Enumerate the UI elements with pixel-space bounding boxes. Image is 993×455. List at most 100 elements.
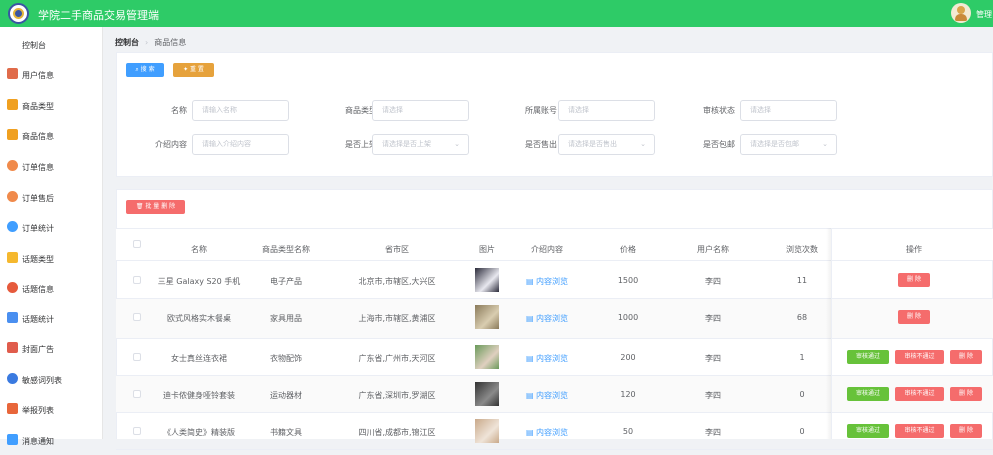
view-count: 68 xyxy=(796,313,808,322)
table-row: 迪卡侬健身哑铃套装 运动器材 广东省,深圳市,罗湖区 ▤ 内容浏览 120 李四 0 审核通过… xyxy=(116,376,993,413)
delete-button[interactable]: 删 除 xyxy=(950,424,982,438)
preview-link[interactable]: ▤ 内容浏览 xyxy=(526,353,568,364)
search-placeholder: 请选择是否包邮 xyxy=(750,140,799,148)
sidebar-item[interactable]: 用户信息 xyxy=(0,59,103,89)
delete-button[interactable]: 删 除 xyxy=(950,387,982,401)
sidebar-item[interactable]: 敏感词列表 xyxy=(0,364,103,394)
search-field-label: 名称 xyxy=(171,106,187,115)
delete-button[interactable]: 删 除 xyxy=(898,273,930,287)
search-field-label: 所属账号 xyxy=(525,106,557,115)
breadcrumb-separator: › xyxy=(145,38,149,47)
sidebar-item[interactable]: 举报列表 xyxy=(0,394,103,424)
sidebar-item[interactable]: 话题类型 xyxy=(0,243,103,273)
document-icon: ▤ xyxy=(525,428,537,437)
billboard-icon xyxy=(7,342,18,353)
delete-button[interactable]: 删 除 xyxy=(898,310,930,324)
select-all-checkbox[interactable] xyxy=(133,240,141,248)
product-thumbnail[interactable] xyxy=(475,419,499,443)
sidebar-item-label: 订单售后 xyxy=(22,194,54,203)
search-select[interactable]: 请选择是否包邮 ⌄ xyxy=(740,134,837,155)
row-checkbox[interactable] xyxy=(133,427,141,435)
search-button[interactable]: ⌕ 搜 索 xyxy=(126,63,164,77)
row-checkbox[interactable] xyxy=(133,313,141,321)
search-field-label: 介绍内容 xyxy=(155,140,187,149)
sidebar-item[interactable]: 商品类型 xyxy=(0,90,103,120)
reset-button[interactable]: ✦ 重 置 xyxy=(173,63,214,77)
search-placeholder: 请选择 xyxy=(750,106,771,114)
preview-link[interactable]: ▤ 内容浏览 xyxy=(526,313,568,324)
column-header: 图片 xyxy=(479,245,495,254)
product-price: 120 xyxy=(620,390,636,399)
search-button-label: 搜 索 xyxy=(140,66,155,73)
search-input[interactable]: 请选择 xyxy=(372,100,469,121)
row-checkbox[interactable] xyxy=(133,390,141,398)
list-icon xyxy=(7,312,18,323)
product-type: 家具用品 xyxy=(270,314,302,323)
batch-delete-button[interactable]: 🗑 批 量 删 除 xyxy=(126,200,185,214)
product-thumbnail[interactable] xyxy=(475,382,499,406)
avatar[interactable] xyxy=(951,3,971,23)
pie-chart-icon xyxy=(7,221,18,232)
reject-button[interactable]: 审核不通过 xyxy=(895,350,944,364)
product-region: 广东省,深圳市,罗湖区 xyxy=(358,391,436,400)
column-header: 操作 xyxy=(906,245,922,254)
search-input[interactable]: 请选择 xyxy=(740,100,837,121)
search-input[interactable]: 请选择 xyxy=(558,100,655,121)
search-select[interactable]: 请选择是否售出 ⌄ xyxy=(558,134,655,155)
sidebar-item-label: 商品类型 xyxy=(22,102,54,111)
sidebar-item[interactable]: 商品信息 xyxy=(0,120,103,150)
breadcrumb-home[interactable]: 控制台 xyxy=(115,38,139,47)
sidebar-item-label: 封面广告 xyxy=(22,345,54,354)
column-header: 价格 xyxy=(620,245,636,254)
approve-button[interactable]: 审核通过 xyxy=(847,350,889,364)
sidebar-item-label: 消息通知 xyxy=(22,437,54,446)
sidebar-item-label: 用户信息 xyxy=(22,71,54,80)
search-placeholder: 请选择是否上架 xyxy=(382,140,431,148)
reject-button[interactable]: 审核不通过 xyxy=(895,387,944,401)
product-type: 书籍文具 xyxy=(270,428,302,437)
app-title: 学院二手商品交易管理端 xyxy=(38,9,159,22)
product-price: 1000 xyxy=(617,313,639,322)
preview-link[interactable]: ▤ 内容浏览 xyxy=(526,390,568,401)
chevron-down-icon: ⌄ xyxy=(822,140,828,148)
approve-button[interactable]: 审核通过 xyxy=(847,387,889,401)
row-checkbox[interactable] xyxy=(133,276,141,284)
approve-button[interactable]: 审核通过 xyxy=(847,424,889,438)
sidebar-item[interactable]: 封面广告 xyxy=(0,333,103,363)
sidebar-item[interactable]: 控制台 xyxy=(0,29,103,59)
preview-label: 内容浏览 xyxy=(536,314,569,323)
search-select[interactable]: 请选择是否上架 ⌄ xyxy=(372,134,469,155)
product-type: 衣物配饰 xyxy=(270,354,302,363)
product-thumbnail[interactable] xyxy=(475,268,499,292)
preview-label: 内容浏览 xyxy=(536,354,569,363)
product-thumbnail[interactable] xyxy=(475,345,499,369)
sidebar-item[interactable]: 消息通知 xyxy=(0,425,103,455)
sidebar-item-label: 控制台 xyxy=(22,41,46,50)
search-input[interactable]: 请输入介绍内容 xyxy=(192,134,289,155)
search-field-label: 审核状态 xyxy=(703,106,735,115)
preview-link[interactable]: ▤ 内容浏览 xyxy=(526,276,568,287)
college-logo-icon xyxy=(8,3,29,24)
search-field-label: 是否上架 xyxy=(345,140,377,149)
product-thumbnail[interactable] xyxy=(475,305,499,329)
product-name: 迪卡侬健身哑铃套装 xyxy=(163,391,235,400)
sidebar-item[interactable]: 订单统计 xyxy=(0,212,103,242)
sidebar-item-label: 话题类型 xyxy=(22,255,54,264)
row-checkbox[interactable] xyxy=(133,353,141,361)
column-header: 名称 xyxy=(191,245,207,254)
sidebar-item[interactable]: 话题信息 xyxy=(0,273,103,303)
search-field-label: 是否售出 xyxy=(525,140,557,149)
sidebar-item[interactable]: 话题统计 xyxy=(0,303,103,333)
product-type: 运动器材 xyxy=(270,391,302,400)
bell-icon xyxy=(7,434,18,445)
preview-label: 内容浏览 xyxy=(536,391,569,400)
column-header: 浏览次数 xyxy=(786,245,818,254)
sidebar-item[interactable]: 订单信息 xyxy=(0,151,103,181)
preview-link[interactable]: ▤ 内容浏览 xyxy=(526,427,568,438)
search-input[interactable]: 请输入名称 xyxy=(192,100,289,121)
sidebar-item[interactable]: 订单售后 xyxy=(0,182,103,212)
user-name[interactable]: 管理 xyxy=(976,9,992,20)
preview-label: 内容浏览 xyxy=(536,428,569,437)
delete-button[interactable]: 删 除 xyxy=(950,350,982,364)
reject-button[interactable]: 审核不通过 xyxy=(895,424,944,438)
